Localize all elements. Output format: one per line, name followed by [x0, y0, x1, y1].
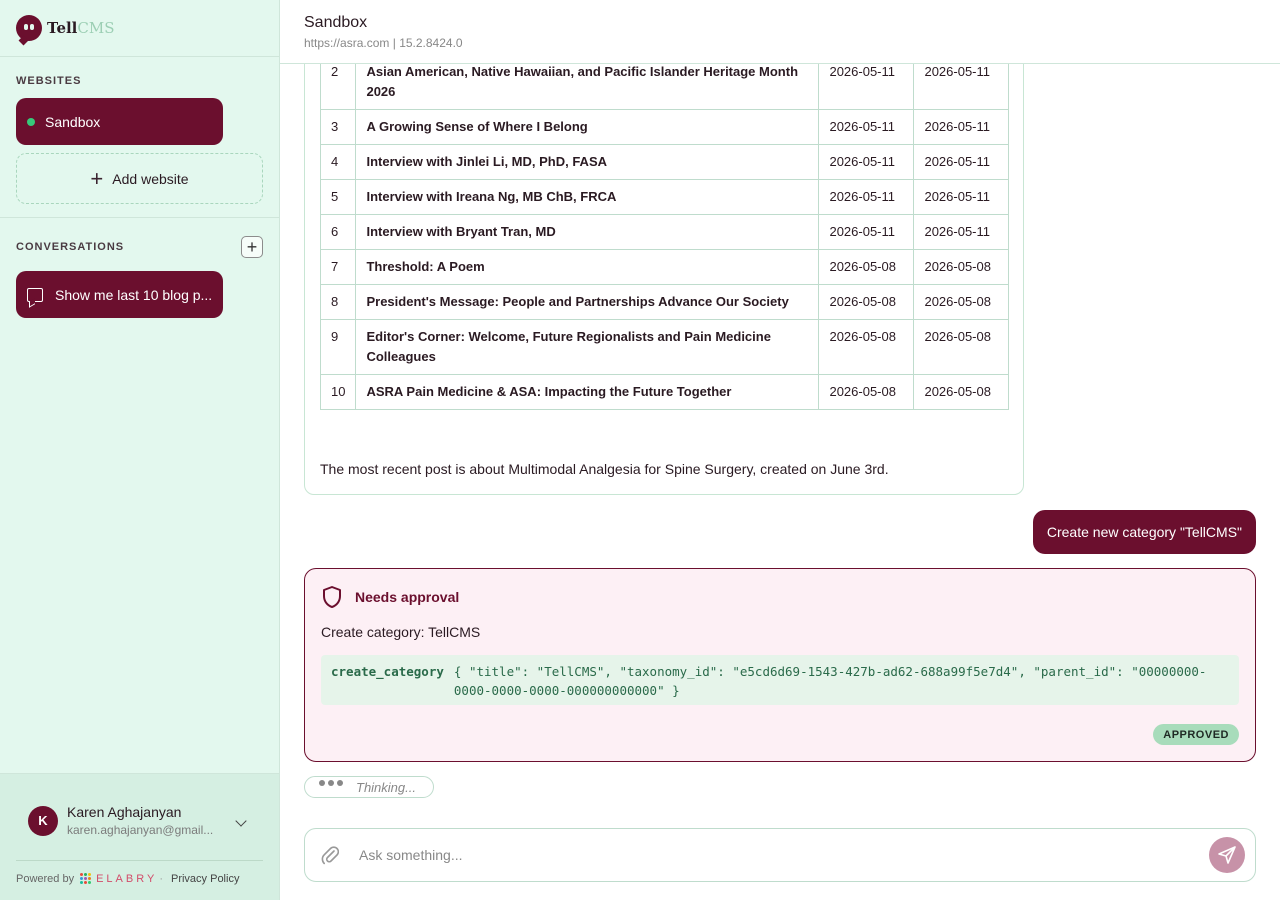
add-website-button[interactable]: + Add website — [16, 153, 263, 204]
approval-description: Create category: TellCMS — [321, 624, 481, 640]
tool-arguments: { "title": "TellCMS", "taxonomy_id": "e5… — [453, 664, 1207, 698]
table-row: 4 Interview with Jinlei Li, MD, PhD, FASA… — [319, 144, 1010, 180]
table-cell-num: 6 — [319, 214, 357, 250]
powered-by: Powered by ELABRY · Privacy Policy — [16, 873, 239, 885]
conversations-section: CONVERSATIONS + Show me last 10 blog p..… — [0, 218, 279, 336]
site-url[interactable]: https://asra.com — [304, 36, 389, 50]
table-cell-num: 7 — [319, 249, 357, 285]
assistant-summary: The most recent post is about Multimodal… — [320, 461, 889, 477]
avatar: K — [28, 805, 58, 836]
main-panel: Sandbox https://asra.com | 15.2.8424.0 2… — [280, 0, 1280, 900]
table-row: 9 Editor's Corner: Welcome, Future Region… — [319, 319, 1010, 375]
divider — [16, 860, 263, 861]
table-cell-created: 2026-05-11 — [818, 109, 915, 145]
elabry-logo-icon — [80, 873, 92, 885]
message-input[interactable] — [359, 847, 1209, 863]
paperclip-icon[interactable] — [321, 845, 339, 865]
powered-by-label: Powered by — [16, 873, 75, 885]
table-cell-num: 5 — [319, 179, 357, 215]
table-cell-title: ASRA Pain Medicine & ASA: Impacting the … — [355, 374, 820, 410]
user-menu[interactable]: K Karen Aghajanyan karen.aghajanyan@gmai… — [0, 774, 279, 837]
table-cell-created: 2026-05-08 — [818, 249, 915, 285]
user-email: karen.aghajanyan@gmail... — [67, 823, 214, 837]
table-cell-num: 10 — [319, 374, 357, 410]
header: Sandbox https://asra.com | 15.2.8424.0 — [280, 0, 1280, 64]
site-version: 15.2.8424.0 — [399, 36, 463, 50]
plus-icon: + — [246, 237, 258, 257]
table-cell-modified: 2026-05-08 — [913, 374, 1010, 410]
user-panel: K Karen Aghajanyan karen.aghajanyan@gmai… — [0, 773, 279, 900]
table-cell-title: Interview with Ireana Ng, MB ChB, FRCA — [355, 179, 820, 215]
table-cell-created: 2026-05-08 — [818, 374, 915, 410]
sidebar: TellCMS WEBSITES Sandbox + Add website C… — [0, 0, 280, 900]
send-icon — [1218, 846, 1236, 864]
page-title: Sandbox — [304, 14, 368, 31]
table-row: 7 Threshold: A Poem 2026-05-08 2026-05-08 — [319, 249, 1010, 285]
tool-function-name: create_category — [331, 664, 444, 679]
table-cell-title: President's Message: People and Partners… — [355, 284, 820, 320]
table-row: 5 Interview with Ireana Ng, MB ChB, FRCA 2… — [319, 179, 1010, 215]
table-cell-title: Threshold: A Poem — [355, 249, 820, 285]
table-cell-num: 4 — [319, 144, 357, 180]
thinking-indicator: Thinking... — [304, 776, 434, 798]
elabry-link[interactable]: ELABRY — [96, 873, 157, 885]
conversation-item[interactable]: Show me last 10 blog p... — [16, 271, 223, 318]
table-cell-modified: 2026-05-11 — [913, 144, 1010, 180]
table-cell-num: 3 — [319, 109, 357, 145]
table-cell-num: 8 — [319, 284, 357, 320]
separator: | — [392, 36, 396, 50]
website-label: Sandbox — [45, 113, 101, 130]
brand-name: TellCMS — [47, 19, 115, 37]
composer — [304, 828, 1256, 882]
brand[interactable]: TellCMS — [0, 0, 279, 57]
table-cell-created: 2026-05-08 — [818, 319, 915, 375]
table-cell-title: A Growing Sense of Where I Belong — [355, 109, 820, 145]
table-cell-modified: 2026-05-11 — [913, 109, 1010, 145]
table-cell-modified: 2026-05-11 — [913, 214, 1010, 250]
send-button[interactable] — [1209, 837, 1245, 873]
tool-call-code: create_category { "title": "TellCMS", "t… — [321, 655, 1239, 705]
chevron-down-icon[interactable] — [235, 814, 247, 827]
add-website-label: Add website — [112, 170, 189, 187]
approval-title: Needs approval — [355, 589, 460, 605]
table-cell-title: Interview with Jinlei Li, MD, PhD, FASA — [355, 144, 820, 180]
conversation-label: Show me last 10 blog p... — [55, 286, 213, 303]
thinking-label: Thinking... — [356, 779, 416, 795]
table-row: 10 ASRA Pain Medicine & ASA: Impacting th… — [319, 374, 1010, 410]
table-cell-created: 2026-05-11 — [818, 144, 915, 180]
table-row: 6 Interview with Bryant Tran, MD 2026-05-1… — [319, 214, 1010, 250]
website-item-sandbox[interactable]: Sandbox — [16, 98, 223, 145]
conversations-title: CONVERSATIONS — [16, 241, 125, 253]
dots-icon — [319, 780, 346, 790]
table-row: 8 President's Message: People and Partner… — [319, 284, 1010, 320]
table-cell-title: Interview with Bryant Tran, MD — [355, 214, 820, 250]
table-row: 3A Growing Sense of Where I Belong 2026-0… — [319, 109, 1010, 145]
status-dot-icon — [27, 117, 35, 126]
table-cell-modified: 2026-05-08 — [913, 284, 1010, 320]
plus-icon: + — [90, 165, 104, 191]
table-cell-modified: 2026-05-11 — [913, 179, 1010, 215]
privacy-policy-link[interactable]: Privacy Policy — [171, 873, 239, 885]
table-cell-created: 2026-05-08 — [818, 284, 915, 320]
shield-icon — [323, 586, 341, 608]
user-message: Create new category "TellCMS" — [1032, 510, 1256, 554]
footer-separator: · — [159, 873, 163, 885]
table-cell-modified: 2026-05-08 — [913, 249, 1010, 285]
table-cell-modified: 2026-05-08 — [913, 319, 1010, 375]
posts-table: 2 Asian American, Native Hawaiian, and Pa… — [319, 54, 1010, 410]
status-badge: APPROVED — [1153, 724, 1239, 745]
site-info: https://asra.com | 15.2.8424.0 — [304, 36, 1256, 50]
table-cell-created: 2026-05-11 — [818, 214, 915, 250]
websites-section: WEBSITES Sandbox + Add website — [0, 57, 279, 218]
chat-icon — [27, 287, 43, 302]
assistant-message: 2 Asian American, Native Hawaiian, and Pa… — [304, 40, 1024, 495]
table-cell-created: 2026-05-11 — [818, 179, 915, 215]
chat-bubble-logo-icon — [16, 15, 42, 46]
approval-card: Needs approval Create category: TellCMS … — [304, 568, 1256, 762]
user-name: Karen Aghajanyan — [67, 804, 182, 820]
new-conversation-button[interactable]: + — [241, 236, 263, 258]
table-cell-title: Editor's Corner: Welcome, Future Regiona… — [355, 319, 820, 375]
websites-title: WEBSITES — [16, 75, 82, 87]
table-cell-num: 9 — [319, 319, 357, 375]
